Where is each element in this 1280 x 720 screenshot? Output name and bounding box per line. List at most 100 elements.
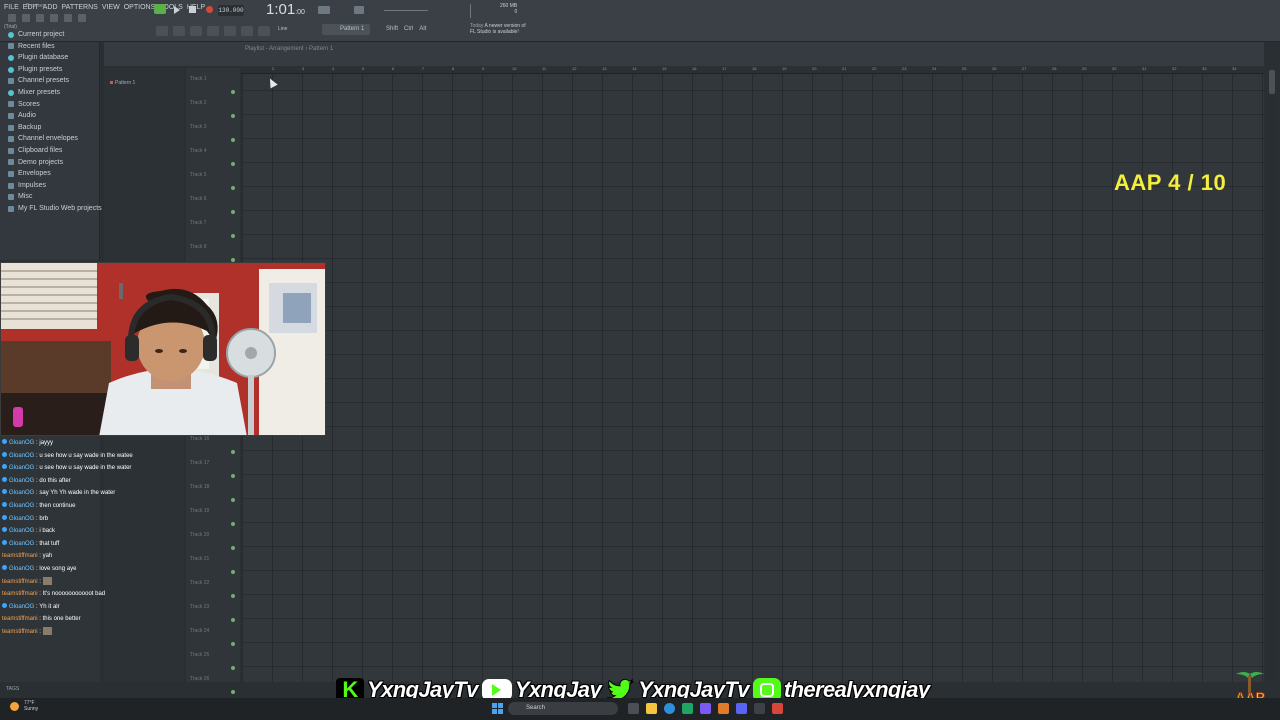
task-view-icon[interactable] [628, 703, 639, 714]
browser-back-icon[interactable] [8, 14, 16, 22]
track-label[interactable]: Track 17 [190, 460, 209, 466]
browser-item[interactable]: Channel presets [8, 75, 102, 87]
playlist-icon[interactable] [207, 26, 219, 36]
chat-username[interactable]: teamstiffmani [2, 616, 38, 622]
browser-item[interactable]: Impulses [8, 180, 102, 192]
track-mute-led[interactable] [231, 522, 235, 526]
track-mute-led[interactable] [231, 90, 235, 94]
pattern-song-toggle[interactable] [154, 4, 166, 14]
browser-item[interactable]: Channel envelopes [8, 133, 102, 145]
browser-icon[interactable] [224, 26, 236, 36]
play-icon[interactable] [174, 6, 180, 14]
track-mute-led[interactable] [231, 498, 235, 502]
browser-item[interactable]: Clipboard files [8, 145, 102, 157]
track-label[interactable]: Track 8 [190, 244, 206, 250]
chat-username[interactable]: GloanOG [9, 566, 34, 572]
piano-roll-icon[interactable] [190, 26, 202, 36]
channel-rack-icon[interactable] [156, 26, 168, 36]
browser-refresh-icon[interactable] [50, 14, 58, 22]
menu-patterns[interactable]: PATTERNS [62, 4, 98, 11]
update-notice[interactable]: Today A newer version of FL Studio is av… [470, 23, 526, 35]
plugin-picker-icon[interactable] [241, 26, 253, 36]
browser-item[interactable]: Demo projects [8, 157, 102, 169]
track-mute-led[interactable] [231, 162, 235, 166]
pattern-item[interactable]: Pattern 1 [110, 80, 135, 86]
mixer-icon[interactable] [173, 26, 185, 36]
chat-username[interactable]: GloanOG [9, 440, 34, 446]
app-icon[interactable] [772, 703, 783, 714]
stop-icon[interactable] [189, 6, 196, 13]
track-mute-led[interactable] [231, 138, 235, 142]
tempo-display[interactable]: 130.000 [218, 5, 244, 16]
record-icon[interactable] [206, 6, 213, 13]
browser-item[interactable]: Audio [8, 110, 102, 122]
track-mute-led[interactable] [231, 450, 235, 454]
track-mute-led[interactable] [231, 666, 235, 670]
track-label[interactable]: Track 7 [190, 220, 206, 226]
track-mute-led[interactable] [231, 546, 235, 550]
track-label[interactable]: Track 3 [190, 124, 206, 130]
chat-username[interactable]: GloanOG [9, 490, 34, 496]
chat-username[interactable]: teamstiffmani [2, 629, 38, 635]
chat-username[interactable]: GloanOG [9, 478, 34, 484]
discord-icon[interactable] [736, 703, 747, 714]
track-label[interactable]: Track 22 [190, 580, 209, 586]
browser-item[interactable]: Envelopes [8, 168, 102, 180]
pattern-selector[interactable]: Pattern 1 [322, 24, 370, 35]
browser-arrow-icon[interactable] [36, 14, 44, 22]
file-explorer-icon[interactable] [646, 703, 657, 714]
track-mute-led[interactable] [231, 618, 235, 622]
shift-key[interactable]: Shift [386, 26, 398, 32]
track-label[interactable]: Track 5 [190, 172, 206, 178]
chat-username[interactable]: GloanOG [9, 453, 34, 459]
track-mute-led[interactable] [231, 186, 235, 190]
playlist-grid[interactable] [242, 66, 1264, 682]
song-time-display[interactable]: 1:01:00 [266, 1, 305, 18]
menu-add[interactable]: ADD [43, 4, 58, 11]
chat-username[interactable]: GloanOG [9, 503, 34, 509]
chat-username[interactable]: GloanOG [9, 465, 34, 471]
track-mute-led[interactable] [231, 642, 235, 646]
track-label[interactable]: Track 2 [190, 100, 206, 106]
browser-item[interactable]: Backup [8, 122, 102, 134]
browser-item[interactable]: Plugin presets [8, 64, 102, 76]
browser-item[interactable]: Plugin database [8, 52, 102, 64]
chat-username[interactable]: teamstiffmani [2, 591, 38, 597]
track-label[interactable]: Track 4 [190, 148, 206, 154]
browser-star-icon[interactable] [78, 14, 86, 22]
chat-username[interactable]: teamstiffmani [2, 553, 38, 559]
browser-cloud-icon[interactable] [64, 14, 72, 22]
track-mute-led[interactable] [231, 570, 235, 574]
track-label[interactable]: Track 19 [190, 508, 209, 514]
weather-widget[interactable]: 77°F Sunny [24, 700, 38, 712]
track-mute-led[interactable] [231, 114, 235, 118]
snap-selector[interactable]: Line [278, 26, 287, 32]
browser-item[interactable]: Scores [8, 99, 102, 111]
chrome-icon[interactable] [682, 703, 693, 714]
timeline-ruler[interactable]: 2 3 4 5 6 7 8 9 10 11 12 13 14 15 16 17 18 19 20 21 22 23 24 25… [242, 66, 1264, 74]
ctrl-key[interactable]: Ctrl [404, 26, 413, 32]
browser-save-icon[interactable] [22, 14, 30, 22]
track-label[interactable]: Track 25 [190, 652, 209, 658]
playlist-scrollbar[interactable] [1268, 66, 1276, 682]
alt-key[interactable]: Alt [419, 26, 426, 32]
browser-item[interactable]: My FL Studio Web projects [8, 203, 102, 215]
track-label[interactable]: Track 16 [190, 436, 209, 442]
track-label[interactable]: Track 21 [190, 556, 209, 562]
track-mute-led[interactable] [231, 210, 235, 214]
fl-studio-icon[interactable] [718, 703, 729, 714]
track-label[interactable]: Track 18 [190, 484, 209, 490]
twitch-icon[interactable] [700, 703, 711, 714]
track-mute-led[interactable] [231, 474, 235, 478]
loop-icon[interactable] [354, 6, 364, 14]
taskbar-search[interactable]: Search [508, 702, 618, 715]
edge-icon[interactable] [664, 703, 675, 714]
obs-icon[interactable] [754, 703, 765, 714]
menu-file[interactable]: FILE [4, 4, 19, 11]
chat-username[interactable]: GloanOG [9, 541, 34, 547]
chat-username[interactable]: GloanOG [9, 528, 34, 534]
pattern-icon[interactable] [318, 6, 330, 14]
track-label[interactable]: Track 26 [190, 676, 209, 682]
chat-username[interactable]: GloanOG [9, 604, 34, 610]
master-volume-slider[interactable] [384, 10, 428, 11]
